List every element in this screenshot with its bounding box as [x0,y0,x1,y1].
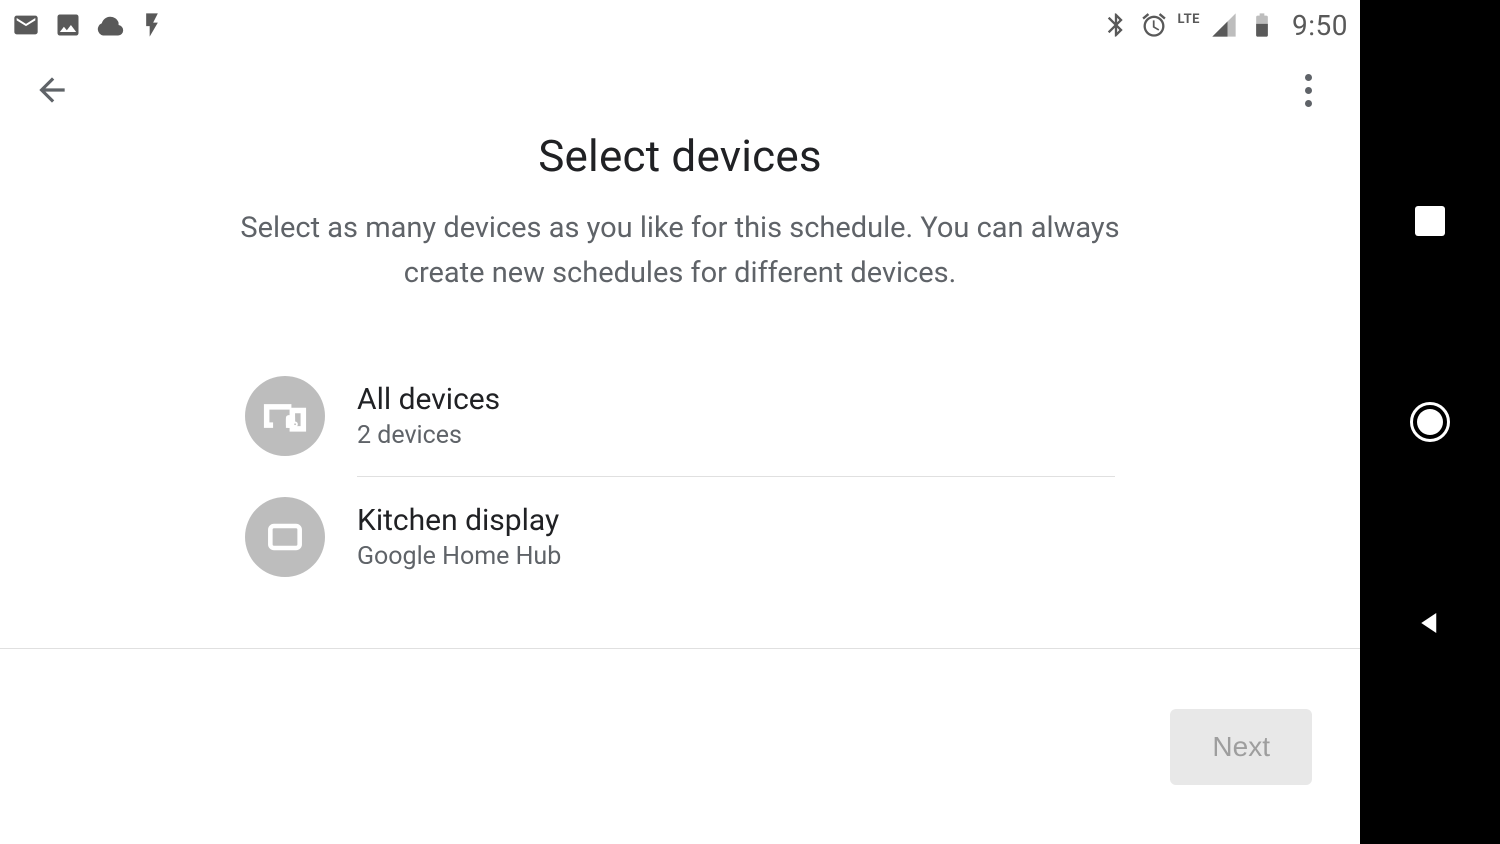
clock: 9:50 [1292,9,1348,42]
triangle-back-icon [1415,608,1445,638]
system-nav-bar [1360,0,1500,844]
nav-recent-button[interactable] [1410,201,1450,241]
nav-home-button[interactable] [1410,402,1450,442]
signal-icon [1210,11,1238,39]
bolt-icon [138,11,166,39]
alarm-icon [1140,11,1168,39]
cloud-icon [96,11,124,39]
network-type: LTE [1178,12,1200,27]
devices-group-icon [245,376,325,456]
list-item-text: All devices 2 devices [357,382,1115,450]
list-item-subtitle: 2 devices [357,421,1115,450]
mail-icon [12,11,40,39]
bluetooth-icon [1102,11,1130,39]
screen: LTE 9:50 Select devices Select as many d… [0,0,1360,844]
list-item-kitchen-display[interactable]: Kitchen display Google Home Hub [245,477,1115,597]
overflow-menu-button[interactable] [1280,62,1336,118]
next-button[interactable]: Next [1170,709,1312,785]
status-bar: LTE 9:50 [0,0,1360,50]
nav-back-button[interactable] [1410,603,1450,643]
display-icon [245,497,325,577]
status-left [12,11,166,39]
circle-icon [1410,402,1450,442]
back-button[interactable] [24,62,80,118]
square-icon [1415,206,1445,236]
page-subtitle: Select as many devices as you like for t… [240,206,1120,296]
list-item-text: Kitchen display Google Home Hub [357,503,1115,571]
arrow-back-icon [33,71,71,109]
page-title: Select devices [0,130,1360,182]
list-item-subtitle: Google Home Hub [357,542,1115,571]
battery-icon [1248,11,1276,39]
list-item-title: Kitchen display [357,503,1115,538]
list-item-title: All devices [357,382,1115,417]
status-right: LTE 9:50 [1102,9,1348,42]
overflow-dot [1305,100,1312,107]
image-icon [54,11,82,39]
overflow-dot [1305,74,1312,81]
app-bar [0,50,1360,130]
overflow-dot [1305,87,1312,94]
list-item-all-devices[interactable]: All devices 2 devices [245,356,1115,476]
device-list: All devices 2 devices Kitchen display Go… [245,356,1115,597]
bottom-bar: Next [0,648,1360,844]
